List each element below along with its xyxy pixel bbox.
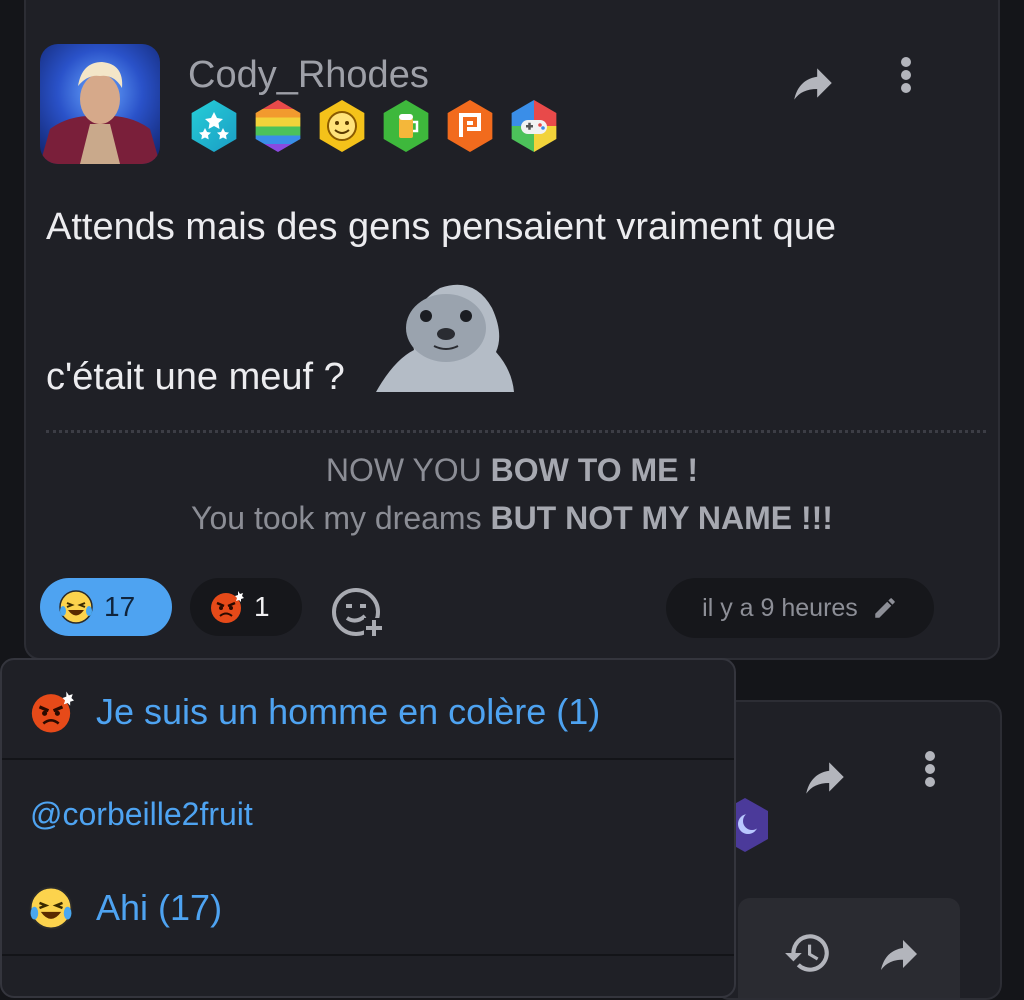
signature-line-2: You took my dreams BUT NOT MY NAME !!! xyxy=(191,500,833,536)
reactor-username-link[interactable]: @corbeille2fruit xyxy=(30,796,253,833)
popup-angry-label: Je suis un homme en colère (1) xyxy=(96,691,601,732)
rainbow-badge-icon[interactable] xyxy=(255,100,301,152)
quoted-message-box xyxy=(738,898,960,998)
share-icon[interactable] xyxy=(800,752,850,802)
laughing-tears-emoji-icon xyxy=(59,590,93,624)
post-text-line-2: c'était une meuf ? xyxy=(46,356,345,398)
add-reaction-icon[interactable] xyxy=(330,584,386,640)
p-logo-badge-icon[interactable] xyxy=(447,100,493,152)
reaction-laugh-button[interactable]: 17 xyxy=(40,578,172,636)
stars-badge-icon[interactable] xyxy=(191,100,237,152)
username[interactable]: Cody_Rhodes xyxy=(188,54,429,97)
post-text-line-1: Attends mais des gens pensaient vraiment… xyxy=(46,206,837,248)
laughing-tears-emoji-icon xyxy=(29,886,73,930)
share-icon[interactable] xyxy=(874,930,924,978)
more-options-icon[interactable] xyxy=(888,56,924,106)
reaction-angry-count: 1 xyxy=(254,591,270,622)
user-avatar[interactable] xyxy=(40,44,160,164)
history-icon[interactable] xyxy=(782,928,834,978)
seal-sticker-image xyxy=(374,280,518,392)
edit-pencil-icon xyxy=(875,598,895,618)
timestamp-text: il y a 9 heures xyxy=(702,593,858,622)
more-options-icon[interactable] xyxy=(912,750,948,800)
gamepad-badge-icon[interactable] xyxy=(511,100,557,152)
avatar-image xyxy=(40,62,160,164)
popup-angry-header[interactable]: Je suis un homme en colère (1) xyxy=(2,684,734,740)
popup-laugh-row[interactable]: Ahi (17) xyxy=(2,880,734,936)
badge-list xyxy=(188,100,560,152)
reactions-popup: Je suis un homme en colère (1) @corbeill… xyxy=(0,658,736,998)
reaction-laugh-count: 17 xyxy=(104,591,136,622)
beer-badge-icon[interactable] xyxy=(383,100,429,152)
popup-divider xyxy=(2,954,734,956)
popup-laugh-label: Ahi (17) xyxy=(96,887,223,928)
popup-divider xyxy=(2,758,734,760)
angry-face-emoji-icon xyxy=(31,691,74,733)
post-timestamp[interactable]: il y a 9 heures xyxy=(666,578,934,638)
angry-face-emoji-icon xyxy=(211,591,244,623)
reaction-angry-button[interactable]: 1 xyxy=(190,578,302,636)
smiley-badge-icon[interactable] xyxy=(319,100,365,152)
share-icon[interactable] xyxy=(788,58,838,108)
signature-separator xyxy=(46,430,986,433)
signature-line-1: NOW YOU BOW TO ME ! xyxy=(325,452,699,488)
